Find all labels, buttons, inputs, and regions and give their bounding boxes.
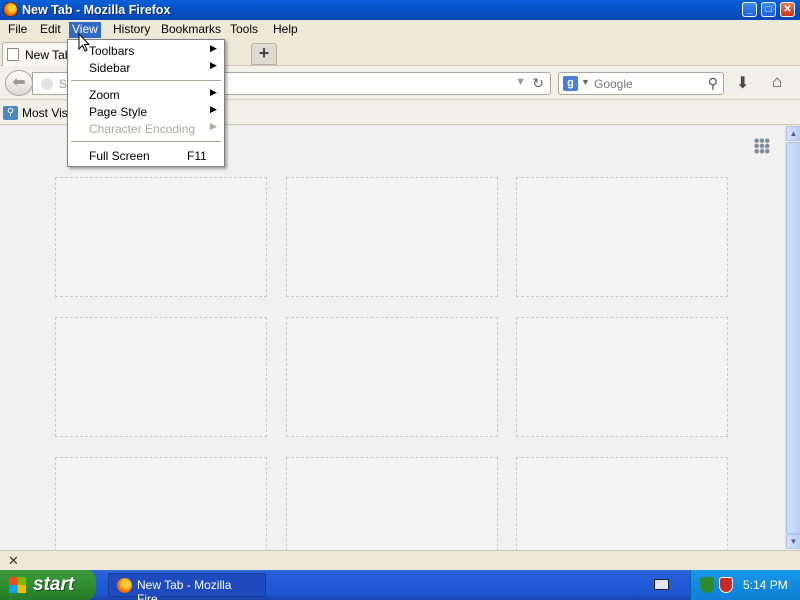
menu-item-label: Character Encoding <box>89 122 196 136</box>
submenu-arrow-icon: ▶ <box>210 104 217 114</box>
addon-bar: ✕ <box>0 550 800 570</box>
taskbar: start New Tab - Mozilla Fire... 5:14 PM <box>0 570 800 600</box>
menu-history[interactable]: History <box>110 22 153 38</box>
menu-tools[interactable]: Tools <box>227 22 261 38</box>
page-icon <box>7 48 19 61</box>
menu-item-sidebar[interactable]: Sidebar ▶ <box>68 59 224 76</box>
engine-dropdown-icon[interactable]: ▼ <box>581 77 590 87</box>
menu-item-toolbars[interactable]: Toolbars ▶ <box>68 42 224 59</box>
menu-separator <box>71 80 221 81</box>
keyboard-icon[interactable] <box>654 579 669 590</box>
new-tab-button[interactable]: + <box>251 43 277 65</box>
menu-item-label: Page Style <box>89 105 148 119</box>
bookmark-label: Most Visi <box>22 105 71 120</box>
site-tile[interactable] <box>516 457 728 550</box>
search-input[interactable]: Google <box>594 77 633 91</box>
clock: 5:14 PM <box>743 578 788 592</box>
minimize-button[interactable]: _ <box>742 2 757 17</box>
site-tile[interactable] <box>55 457 267 550</box>
menu-item-zoom[interactable]: Zoom ▶ <box>68 86 224 103</box>
site-tile[interactable] <box>286 177 498 297</box>
taskbar-button-label: New Tab - Mozilla Fire... <box>137 578 232 600</box>
system-tray: 5:14 PM <box>690 570 800 600</box>
security-shield-icon[interactable] <box>700 577 714 593</box>
site-tile[interactable] <box>286 457 498 550</box>
menu-help[interactable]: Help <box>270 22 301 38</box>
menu-edit[interactable]: Edit <box>37 22 64 38</box>
menu-item-page-style[interactable]: Page Style ▶ <box>68 103 224 120</box>
tab-label: New Tab <box>25 48 72 62</box>
menu-item-full-screen[interactable]: Full Screen F11 <box>68 147 224 164</box>
submenu-arrow-icon: ▶ <box>210 60 217 70</box>
maximize-button[interactable]: □ <box>761 2 776 17</box>
scroll-down-button[interactable]: ▼ <box>786 534 800 549</box>
menu-item-label: Full Screen <box>89 149 150 163</box>
menu-bookmarks[interactable]: Bookmarks <box>158 22 224 38</box>
search-icon[interactable]: ⚲ <box>708 75 718 92</box>
bookmark-most-visited[interactable]: ⚲ Most Visi <box>3 105 70 121</box>
firefox-icon <box>117 578 132 593</box>
grid-toggle-icon[interactable] <box>754 138 770 154</box>
globe-icon <box>41 78 53 90</box>
url-history-dropdown-icon[interactable]: ▼ <box>515 76 526 88</box>
menu-separator <box>71 141 221 142</box>
site-tile[interactable] <box>516 317 728 437</box>
search-bar[interactable]: g ▼ Google ⚲ <box>558 72 724 95</box>
google-engine-icon[interactable]: g <box>563 76 578 91</box>
submenu-arrow-icon: ▶ <box>210 121 217 131</box>
back-button[interactable]: ⬅ <box>5 70 33 96</box>
taskbar-firefox-button[interactable]: New Tab - Mozilla Fire... <box>108 573 266 600</box>
download-icon[interactable]: ⬇ <box>736 73 749 93</box>
menu-item-label: Toolbars <box>89 44 135 58</box>
start-label: start <box>33 574 75 595</box>
site-tile[interactable] <box>286 317 498 437</box>
security-alert-icon[interactable] <box>719 577 733 593</box>
home-icon[interactable]: ⌂ <box>772 72 782 92</box>
most-visited-icon: ⚲ <box>3 105 18 120</box>
menu-item-label: Zoom <box>89 88 120 102</box>
firefox-icon <box>3 2 18 17</box>
menu-item-character-encoding: Character Encoding ▶ <box>68 120 224 137</box>
new-tab-page <box>0 126 785 550</box>
site-tile[interactable] <box>55 317 267 437</box>
menu-file[interactable]: File <box>5 22 30 38</box>
reload-icon[interactable]: ↻ <box>532 75 544 92</box>
submenu-arrow-icon: ▶ <box>210 87 217 97</box>
submenu-arrow-icon: ▶ <box>210 43 217 53</box>
site-tile[interactable] <box>55 177 267 297</box>
vertical-scrollbar[interactable]: ▲ ▼ <box>785 126 800 550</box>
close-button[interactable]: ✕ <box>780 2 795 17</box>
site-tile[interactable] <box>516 177 728 297</box>
menu-item-label: Sidebar <box>89 61 131 75</box>
menu-shortcut: F11 <box>187 149 207 163</box>
mouse-cursor-icon <box>78 33 91 52</box>
start-button[interactable]: start <box>0 570 96 600</box>
scroll-thumb[interactable] <box>786 142 800 534</box>
title-bar: New Tab - Mozilla Firefox _ □ ✕ <box>0 0 800 20</box>
window-title: New Tab - Mozilla Firefox <box>22 3 171 17</box>
close-addon-bar-icon[interactable]: ✕ <box>8 553 19 569</box>
windows-logo-icon <box>9 577 26 593</box>
menu-bar: File Edit View History Bookmarks Tools H… <box>0 20 800 39</box>
url-text: S <box>59 77 68 91</box>
view-menu-dropdown: Toolbars ▶ Sidebar ▶ Zoom ▶ Page Style ▶… <box>67 39 225 167</box>
scroll-up-button[interactable]: ▲ <box>786 126 800 141</box>
